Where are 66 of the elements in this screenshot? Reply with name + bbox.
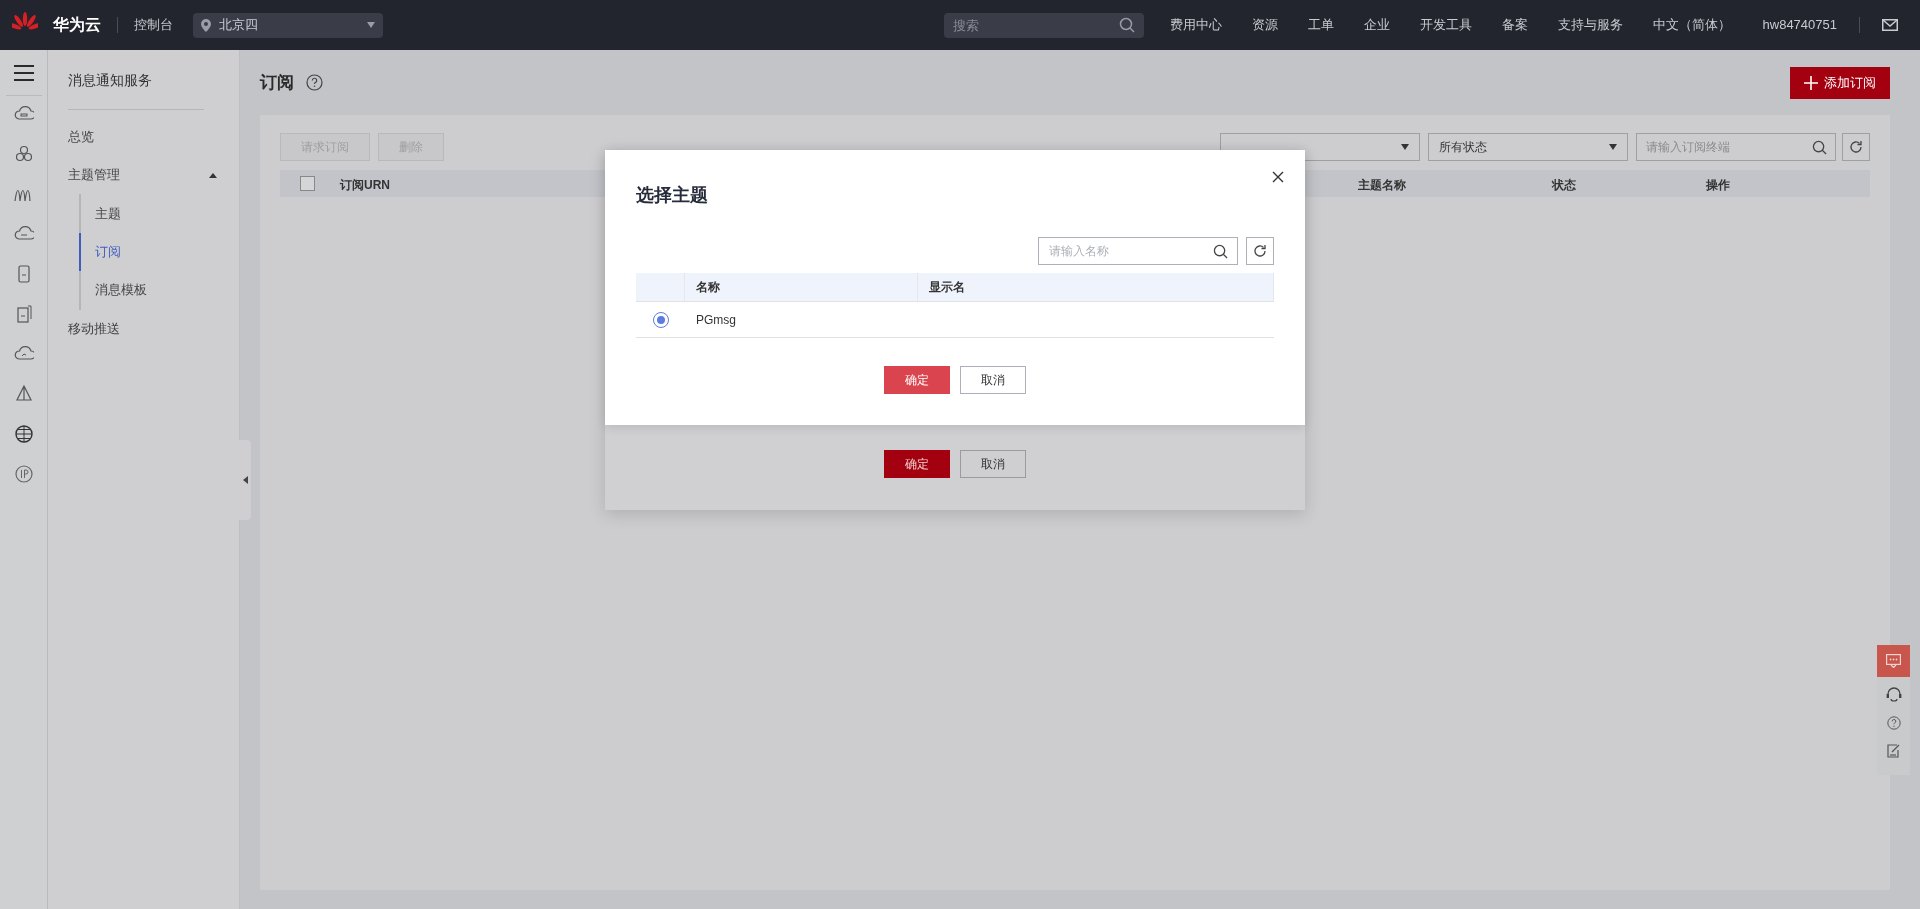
sidebar-item[interactable]: 订阅 [79,233,219,271]
chat-button[interactable] [1877,645,1910,677]
caret-down-icon [367,22,375,28]
brand-name[interactable]: 华为云 [53,13,101,37]
search-field[interactable]: 请输入订阅终端 [1636,133,1836,161]
nav-link[interactable]: 中文（简体） [1652,15,1731,35]
menu-icon[interactable] [13,65,34,81]
dialog-title: 选择主题 [636,184,709,207]
caret-down-icon [1609,144,1617,150]
region-dropdown[interactable]: 北京四 [193,12,383,38]
chat-icon [1886,654,1901,668]
nav-link[interactable]: 工单 [1307,15,1334,35]
search-icon [1213,243,1228,259]
refresh-button[interactable] [1842,133,1870,161]
pyramid-icon[interactable] [13,384,34,404]
column-header[interactable]: 名称 [696,278,720,296]
mail-icon[interactable] [1882,19,1898,31]
nav-link[interactable]: 费用中心 [1169,15,1222,35]
sidebar-item[interactable]: 移动推送 [68,310,219,348]
close-icon[interactable] [1272,171,1284,183]
caret-down-icon [1401,144,1409,150]
column-header[interactable]: 显示名 [929,278,965,296]
badge-icon[interactable] [13,464,34,484]
caret-up-icon [209,172,217,178]
cancel-button[interactable]: 取消 [960,366,1026,394]
sidebar-item[interactable]: 消息模板 [79,271,219,309]
nav-link[interactable]: 企业 [1363,15,1390,35]
help-icon[interactable] [306,74,323,91]
sidebar-item[interactable]: 主题 [79,195,219,233]
globe-icon[interactable] [13,424,34,444]
location-pin-icon [201,18,211,32]
refresh-icon [1253,244,1267,258]
plus-icon [1804,75,1818,90]
search-field[interactable]: 搜索 [943,12,1144,38]
console-link[interactable]: 控制台 [134,15,173,35]
circles-icon[interactable] [13,144,34,164]
confirm-button[interactable]: 确定 [884,366,950,394]
nav-link[interactable]: 资源 [1251,15,1278,35]
edit-icon[interactable] [1887,744,1900,758]
nav-link[interactable]: 支持与服务 [1557,15,1623,35]
checkbox[interactable] [300,176,315,191]
filter-dropdown[interactable]: 所有状态 [1428,133,1628,161]
caret-left-icon [242,476,248,484]
refresh-icon [1849,140,1863,154]
search-icon [1812,139,1827,155]
collapse-handle[interactable] [239,440,251,520]
search-field[interactable]: 请输入名称 [1038,237,1238,265]
add-subscription-button[interactable]: 添加订阅 [1790,66,1890,99]
search-icon [1118,17,1135,33]
page-title: 订阅 [260,71,294,94]
column-header[interactable]: 操作 [1706,176,1730,194]
column-header[interactable]: 状态 [1552,176,1576,194]
cancel-button[interactable]: 取消 [960,450,1026,478]
help-icon[interactable] [1886,716,1901,730]
column-header[interactable]: 主题名称 [1358,176,1406,194]
service-title: 消息通知服务 [68,71,153,90]
column-header[interactable]: 订阅URN [340,176,390,194]
nav-link[interactable]: 开发工具 [1419,15,1472,35]
user-name[interactable]: hw84740751 [1762,15,1837,35]
sidebar-item[interactable]: 总览 [68,118,219,156]
headset-icon[interactable] [1885,687,1902,702]
refresh-button[interactable] [1246,237,1274,265]
nav-link[interactable]: 备案 [1501,15,1528,35]
table-cell-text: PGmsg [695,311,736,329]
confirm-button[interactable]: 确定 [884,450,950,478]
sidebar-item[interactable]: 主题管理 [68,156,219,194]
